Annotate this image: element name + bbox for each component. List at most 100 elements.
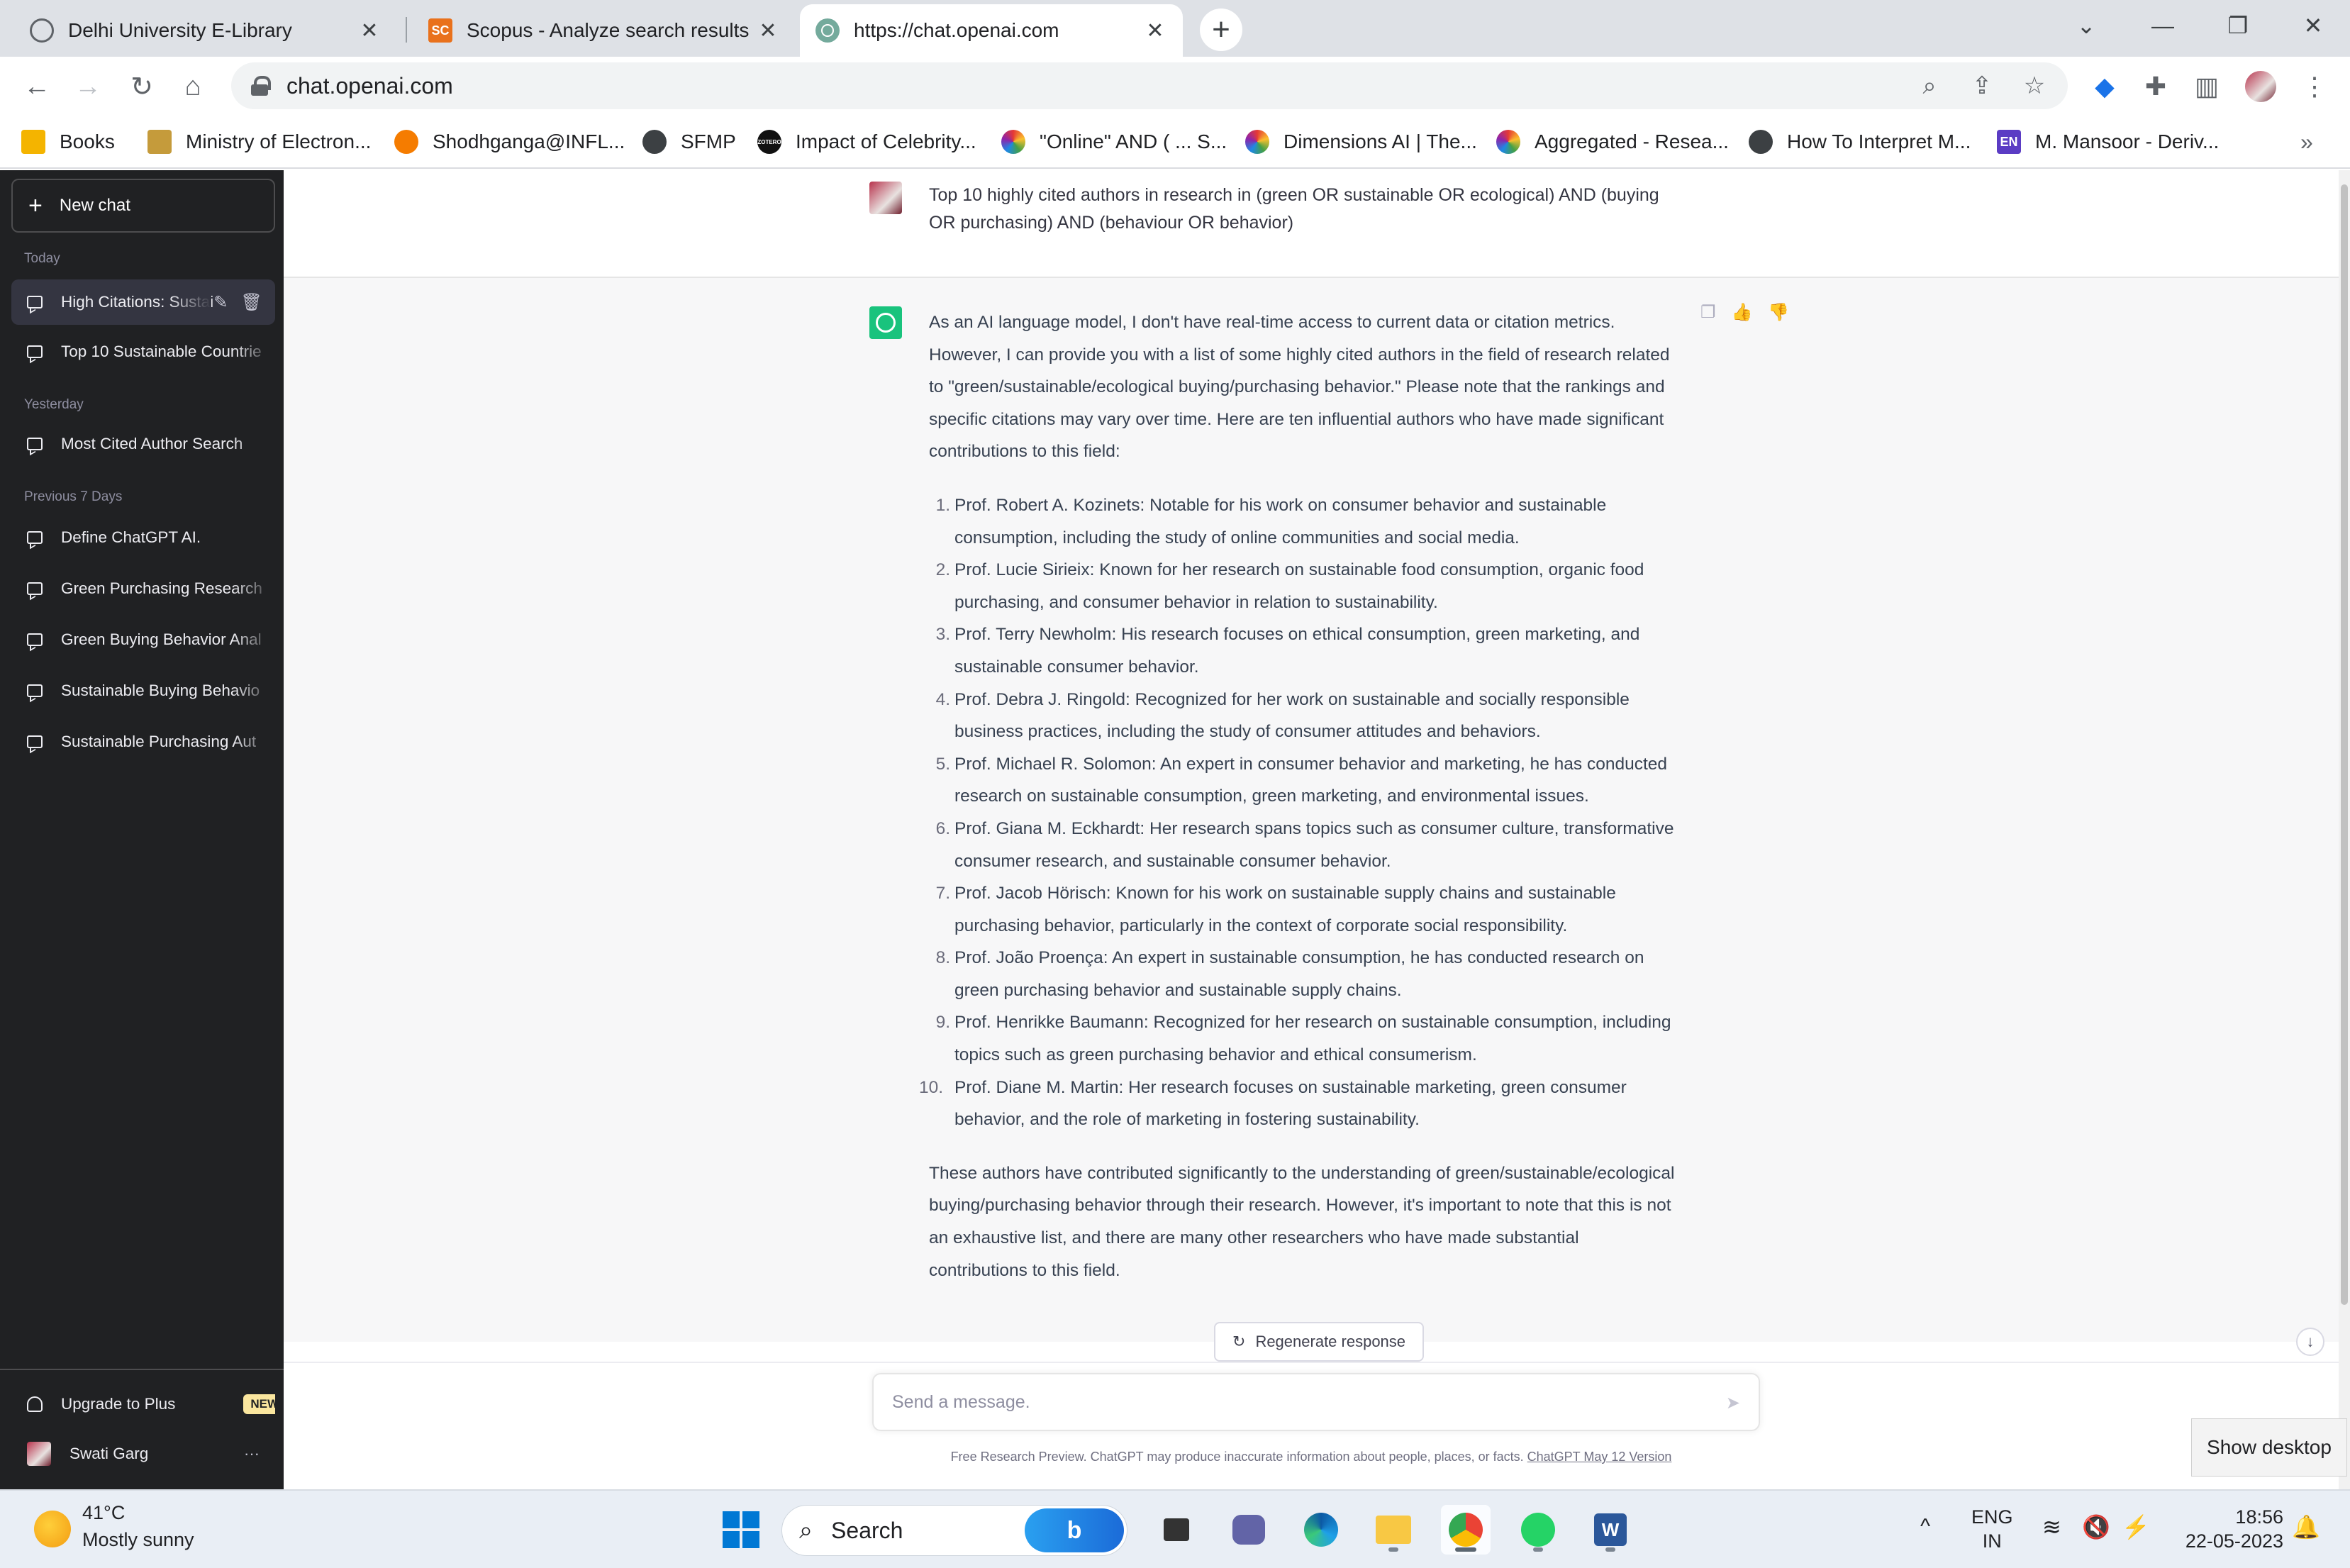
refresh-icon: ↻ [1232,1333,1246,1350]
send-icon[interactable]: ➤ [1726,1393,1740,1413]
composer-area: ↻ Regenerate response Send a message. ➤ … [284,1322,2339,1489]
tab-close-icon[interactable]: ✕ [756,18,780,43]
sun-weather-icon[interactable] [34,1511,71,1547]
bookmark-sfmp[interactable]: SFMP [642,125,736,159]
user-outline-icon [27,1396,43,1412]
sidebar-chat-sustainable-buying[interactable]: Sustainable Buying Behavio [11,668,275,713]
tab-close-icon[interactable]: ✕ [357,18,382,43]
chrome-icon[interactable] [1441,1505,1491,1555]
more-options-icon[interactable]: ··· [244,1445,260,1463]
bookmark-star-icon[interactable]: ☆ [2017,68,2052,104]
sidebar-chat-high-citations[interactable]: High Citations: Sustai ✎ 🗑 [11,279,275,325]
bookmark-books[interactable]: Books [21,125,115,159]
weather-temperature[interactable]: 41°C [82,1502,125,1524]
restore-icon[interactable]: ❐ [2203,0,2273,51]
bing-icon[interactable]: b [1025,1508,1124,1552]
tab-delhi-university[interactable]: Delhi University E-Library ✕ [14,4,397,57]
teams-chat-icon[interactable] [1224,1505,1274,1555]
thumbs-down-icon[interactable]: 👎 [1768,302,1789,323]
bookmark-aggregated[interactable]: Aggregated - Resea... [1496,125,1729,159]
copy-icon[interactable]: ❐ [1700,302,1716,323]
minimize-icon[interactable]: — [2127,0,2198,51]
share-icon[interactable]: ⇪ [1964,68,2000,104]
forward-arrow-icon[interactable]: → [68,67,108,106]
bookmark-interpret[interactable]: How To Interpret M... [1749,125,1971,159]
globe-icon [1749,130,1773,154]
sidebar-chat-sustainable-purchasing[interactable]: Sustainable Purchasing Aut [11,719,275,764]
browser-menu-icon[interactable]: ⋮ [2295,67,2334,106]
bookmark-mansoor[interactable]: EN M. Mansoor - Deriv... [1997,125,2219,159]
extension-graduation-icon[interactable]: ◆ [2085,67,2125,106]
window-close-icon[interactable]: ✕ [2278,0,2349,51]
url-bar[interactable]: chat.openai.com ⌕ ⇪ ☆ [231,62,2068,109]
list-item: 9. Prof. Henrikke Baumann: Recognized for… [935,1013,1671,1065]
scrollbar-thumb[interactable] [2341,184,2348,1305]
reload-icon[interactable]: ↻ [122,67,162,106]
side-panel-icon[interactable]: ▥ [2187,67,2227,106]
tab-close-icon[interactable]: ✕ [1143,18,1167,43]
task-view-icon[interactable] [1152,1505,1201,1555]
address-bar-row: ← → ↻ ⌂ chat.openai.com ⌕ ⇪ ☆ ◆ ✚ ▥ ⋮ [0,57,2350,115]
chatgpt-logo-icon [869,306,902,339]
tray-chevron-up-icon[interactable]: ^ [1920,1515,1930,1539]
globe-icon [642,130,667,154]
bookmark-ministry[interactable]: Ministry of Electron... [147,125,371,159]
avatar [27,1442,51,1466]
assistant-message-row: As an AI language model, I don't have re… [284,278,2339,1342]
version-link[interactable]: ChatGPT May 12 Version [1527,1450,1672,1464]
clock[interactable]: 18:56 22-05-2023 [2170,1505,2283,1553]
extensions-puzzle-icon[interactable]: ✚ [2136,67,2176,106]
speaker-muted-icon[interactable]: 🔇 [2082,1515,2110,1539]
new-chat-button[interactable]: + New chat [11,179,275,233]
dimensions-icon [1245,130,1269,154]
lock-icon [251,76,271,96]
trash-icon[interactable]: 🗑 [241,292,262,313]
bookmark-online-search[interactable]: "Online" AND ( ... S... [1001,125,1227,159]
edit-pencil-icon[interactable]: ✎ [213,292,228,313]
title-fade [233,329,275,374]
windows-start-icon[interactable] [716,1505,766,1555]
tab-chatgpt[interactable]: https://chat.openai.com ✕ [800,4,1183,57]
bookmark-impact-celebrity[interactable]: ZOTERO Impact of Celebrity... [757,125,976,159]
home-icon[interactable]: ⌂ [173,67,213,106]
new-tab-button[interactable]: + [1200,9,1242,51]
back-arrow-icon[interactable]: ← [17,67,57,106]
thumbs-up-icon[interactable]: 👍 [1732,302,1753,323]
tab-search-chevron-icon[interactable]: ⌄ [2051,0,2122,51]
wifi-icon[interactable]: ≋ [2042,1515,2061,1539]
chat-scrollbar[interactable] [2339,170,2350,1489]
battery-charging-icon[interactable]: ⚡ [2122,1515,2150,1539]
user-account-button[interactable]: Swati Garg ··· [11,1431,275,1477]
sidebar-chat-define-chatgpt[interactable]: Define ChatGPT AI. [11,515,275,560]
upgrade-to-plus-button[interactable]: Upgrade to Plus NEW [11,1381,275,1427]
bookmark-shodhganga[interactable]: Shodhganga@INFL... [394,125,625,159]
list-item: 2. Prof. Lucie Sirieix: Known for her res… [935,560,1644,612]
list-item: 1. Prof. Robert A. Kozinets: Notable for … [935,495,1607,547]
regenerate-response-button[interactable]: ↻ Regenerate response [1214,1322,1425,1362]
tab-title: Scopus - Analyze search results [467,19,750,41]
language-indicator[interactable]: ENG IN [1971,1505,2013,1553]
zoom-icon[interactable]: ⌕ [1912,68,1947,104]
sidebar-chat-green-purchasing[interactable]: Green Purchasing Research [11,566,275,611]
file-explorer-icon[interactable] [1369,1505,1418,1555]
upgrade-label: Upgrade to Plus [61,1395,176,1413]
message-input[interactable]: Send a message. ➤ [872,1373,1760,1431]
more-bookmarks-icon[interactable]: » [2300,125,2313,159]
notification-bell-icon[interactable]: 🔔 [2292,1515,2320,1539]
sidebar-chat-green-buying[interactable]: Green Buying Behavior Anal [11,617,275,662]
sidebar-chat-top10-countries[interactable]: Top 10 Sustainable Countrie [11,329,275,374]
scroll-down-arrow-icon[interactable]: ↓ [2296,1328,2324,1356]
sidebar-chat-most-cited[interactable]: Most Cited Author Search [11,421,275,467]
tab-scopus[interactable]: SC Scopus - Analyze search results ✕ [413,4,796,57]
taskbar-search[interactable]: ⌕ Search b [781,1505,1127,1556]
whatsapp-icon[interactable] [1513,1505,1563,1555]
bookmark-label: Impact of Celebrity... [796,130,976,152]
edge-browser-icon[interactable] [1296,1505,1346,1555]
emblem-icon [147,130,172,154]
bookmark-label: Dimensions AI | The... [1283,130,1477,152]
bookmark-dimensions[interactable]: Dimensions AI | The... [1245,125,1477,159]
assistant-answer: As an AI language model, I don't have re… [919,306,1681,1308]
weather-description[interactable]: Mostly sunny [82,1529,194,1551]
profile-avatar-icon[interactable] [2241,67,2281,106]
word-icon[interactable]: W [1586,1505,1635,1555]
